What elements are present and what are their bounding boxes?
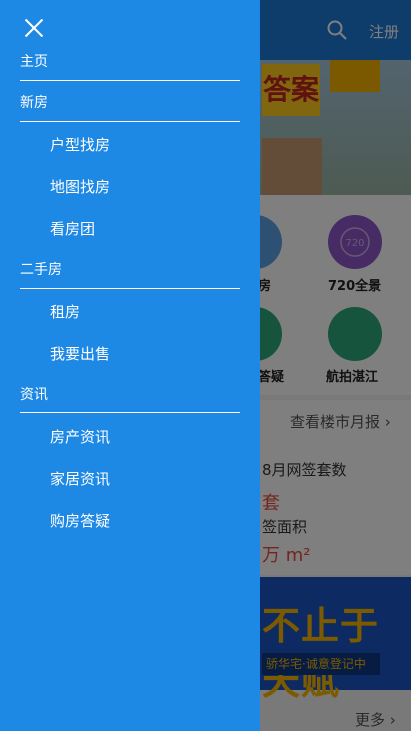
drawer-item-property-news[interactable]: 房产资讯 [50,426,110,447]
side-drawer: 主页 新房 户型找房 地图找房 看房团 二手房 租房 我要出售 资讯 房产资讯 … [0,0,260,731]
divider [20,80,240,81]
drawer-item-home[interactable]: 主页 [20,51,48,71]
drawer-item-rent[interactable]: 租房 [50,301,80,322]
close-icon[interactable] [24,18,44,38]
divider [20,412,240,413]
divider [20,288,240,289]
drawer-item-home-news[interactable]: 家居资讯 [50,468,110,489]
drawer-item-new-homes[interactable]: 新房 [20,92,48,112]
drawer-item-sell[interactable]: 我要出售 [50,343,110,364]
divider [20,121,240,122]
drawer-item-buying-faq[interactable]: 购房答疑 [50,510,110,531]
drawer-item-news[interactable]: 资讯 [20,384,48,404]
drawer-item-viewing-tour[interactable]: 看房团 [50,218,95,239]
drawer-item-resale[interactable]: 二手房 [20,259,62,279]
drawer-item-map-search[interactable]: 地图找房 [50,176,110,197]
drawer-item-floorplan-search[interactable]: 户型找房 [50,134,110,155]
